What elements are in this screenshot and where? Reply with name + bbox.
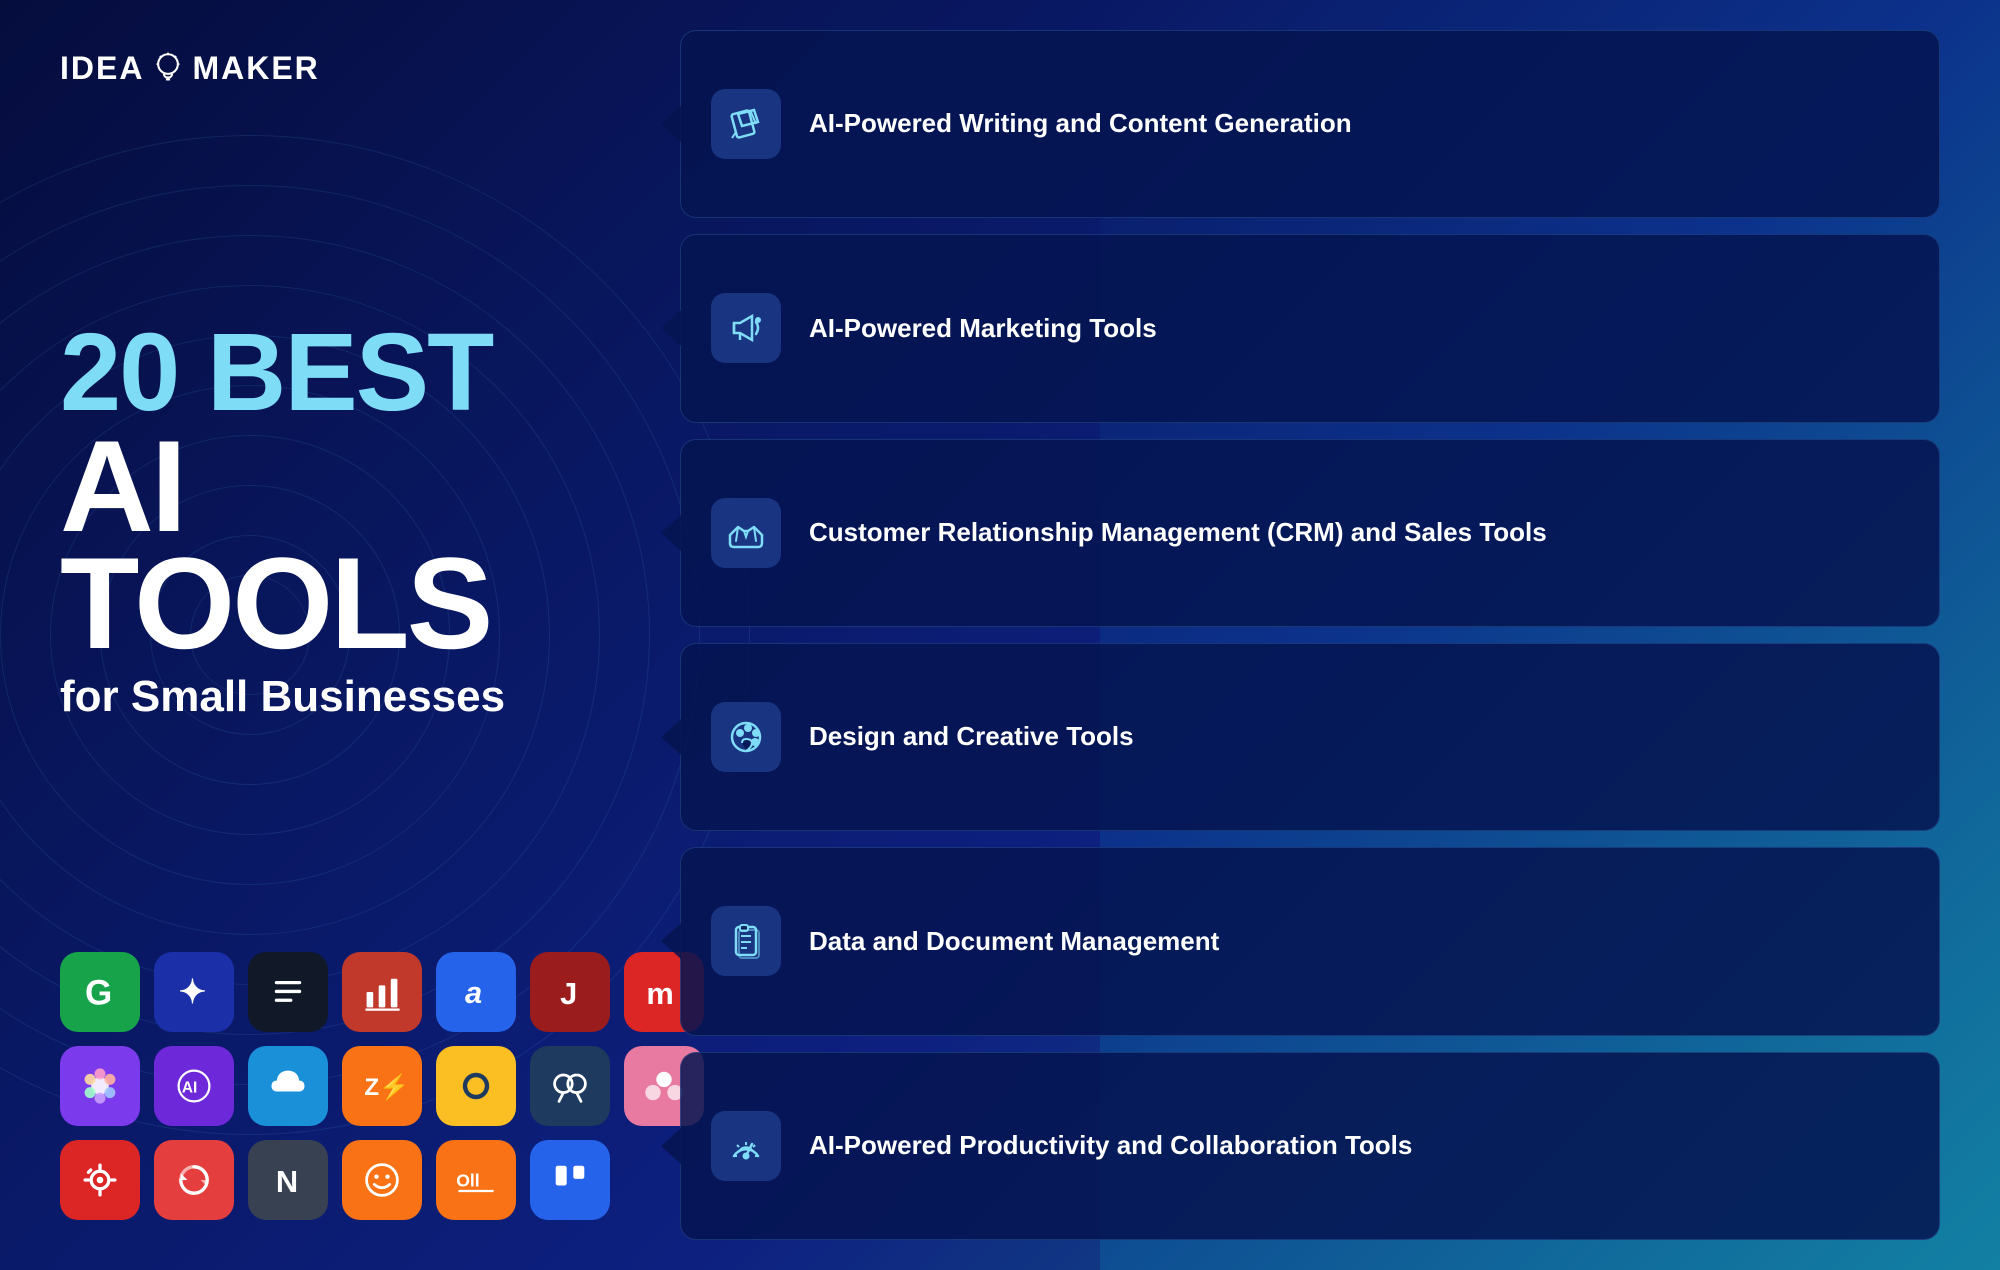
icon-row-2: AI Z⚡ bbox=[60, 1046, 600, 1126]
handshake-icon bbox=[726, 513, 766, 553]
svg-text:a: a bbox=[465, 975, 482, 1010]
card-icon-bg-design bbox=[711, 702, 781, 772]
app-icons-area: G ✦ bbox=[60, 952, 600, 1220]
card-text-productivity: AI-Powered Productivity and Collaboratio… bbox=[809, 1129, 1412, 1163]
category-card-marketing: AI-Powered Marketing Tools bbox=[680, 234, 1940, 422]
app-icon-amazon: a bbox=[436, 952, 516, 1032]
svg-text:N: N bbox=[276, 1164, 298, 1199]
headline-area: 20 BEST AI TOOLS for Small Businesses bbox=[60, 87, 600, 952]
card-text-design: Design and Creative Tools bbox=[809, 720, 1134, 754]
app-icon-salesforce bbox=[248, 1046, 328, 1126]
app-icon-framer bbox=[60, 1046, 140, 1126]
app-icon-trello bbox=[530, 1140, 610, 1220]
card-icon-bg-marketing bbox=[711, 293, 781, 363]
app-icon-grammarly: G bbox=[60, 952, 140, 1032]
app-icon-jasper: J bbox=[530, 952, 610, 1032]
app-icon-speak bbox=[530, 1046, 610, 1126]
logo-area: IDEA MAKER bbox=[60, 50, 600, 87]
palette-icon bbox=[726, 717, 766, 757]
card-icon-bg-crm bbox=[711, 498, 781, 568]
svg-text:AI: AI bbox=[182, 1080, 197, 1097]
app-icon-ai: AI bbox=[154, 1046, 234, 1126]
app-icon-semrush bbox=[154, 1140, 234, 1220]
card-icon-bg-writing bbox=[711, 89, 781, 159]
svg-text:✦: ✦ bbox=[179, 973, 207, 1010]
pencil-icon bbox=[726, 104, 766, 144]
category-card-productivity: AI-Powered Productivity and Collaboratio… bbox=[680, 1052, 1940, 1240]
app-icon-zapier: Z⚡ bbox=[342, 1046, 422, 1126]
logo-text-part2: MAKER bbox=[192, 50, 319, 87]
card-text-marketing: AI-Powered Marketing Tools bbox=[809, 312, 1157, 346]
app-icon-jasper-dark bbox=[248, 952, 328, 1032]
app-icon-notion: N bbox=[248, 1140, 328, 1220]
document-icon bbox=[726, 921, 766, 961]
category-card-data: Data and Document Management bbox=[680, 847, 1940, 1035]
card-text-crm: Customer Relationship Management (CRM) a… bbox=[809, 516, 1547, 550]
left-panel: IDEA MAKER 20 BEST AI TOOLS bbox=[0, 0, 660, 1270]
right-panel: AI-Powered Writing and Content Generatio… bbox=[660, 0, 2000, 1270]
app-icon-synthesia bbox=[342, 1140, 422, 1220]
category-card-design: Design and Creative Tools bbox=[680, 643, 1940, 831]
svg-text:Z⚡: Z⚡ bbox=[364, 1073, 404, 1102]
speedometer-icon bbox=[726, 1126, 766, 1166]
app-icon-perplexity: ✦ bbox=[154, 952, 234, 1032]
headline-number: 20 BEST bbox=[60, 318, 600, 428]
megaphone-icon bbox=[726, 308, 766, 348]
headline-main: AI TOOLS bbox=[60, 428, 600, 662]
card-text-data: Data and Document Management bbox=[809, 925, 1219, 959]
logo: IDEA MAKER bbox=[60, 50, 320, 87]
card-icon-bg-productivity bbox=[711, 1111, 781, 1181]
app-icon-claude: Oll bbox=[436, 1140, 516, 1220]
icon-row-1: G ✦ bbox=[60, 952, 600, 1032]
lightbulb-icon bbox=[150, 51, 186, 87]
logo-text-part1: IDEA bbox=[60, 50, 144, 87]
headline-subtitle: for Small Businesses bbox=[60, 672, 600, 722]
category-card-writing: AI-Powered Writing and Content Generatio… bbox=[680, 30, 1940, 218]
svg-text:Oll: Oll bbox=[456, 1171, 479, 1191]
card-icon-bg-data bbox=[711, 906, 781, 976]
app-icon-cogwheel bbox=[60, 1140, 140, 1220]
icon-row-3: N Oll bbox=[60, 1140, 600, 1220]
svg-text:J: J bbox=[560, 976, 577, 1011]
app-icon-chartbar bbox=[342, 952, 422, 1032]
card-text-writing: AI-Powered Writing and Content Generatio… bbox=[809, 107, 1352, 141]
category-card-crm: Customer Relationship Management (CRM) a… bbox=[680, 439, 1940, 627]
svg-text:G: G bbox=[85, 974, 112, 1013]
app-icon-todoist bbox=[436, 1046, 516, 1126]
